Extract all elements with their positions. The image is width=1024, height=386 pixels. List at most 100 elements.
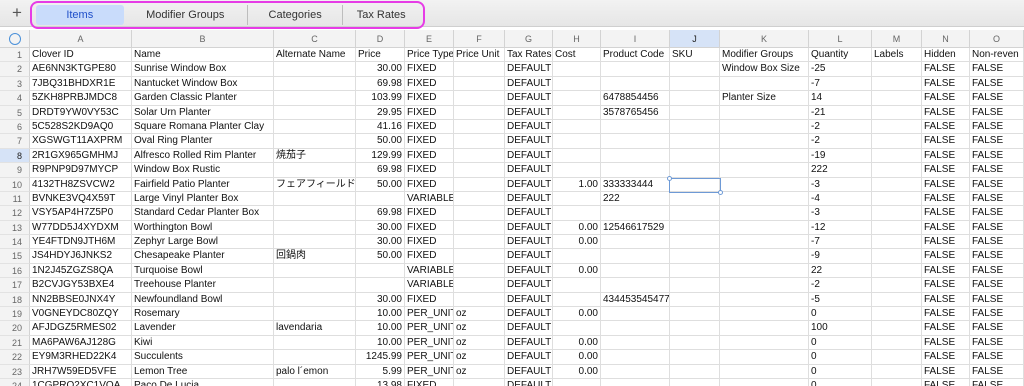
table-cell[interactable]: PER_UNIT (405, 364, 454, 379)
table-cell[interactable]: 333333444 (601, 177, 670, 192)
table-cell[interactable] (720, 335, 809, 351)
table-cell[interactable]: 0.00 (553, 350, 601, 365)
table-cell[interactable]: 50.00 (356, 134, 405, 149)
table-cell[interactable] (720, 235, 809, 250)
table-cell[interactable]: FIXED (405, 249, 454, 264)
table-cell[interactable]: FIXED (405, 62, 454, 77)
table-cell[interactable] (454, 76, 505, 92)
table-cell[interactable] (274, 91, 356, 106)
row-header[interactable]: 13 (0, 220, 30, 236)
table-cell[interactable]: 69.98 (356, 206, 405, 221)
column-header-j[interactable]: J (670, 30, 720, 48)
table-cell[interactable] (553, 105, 601, 120)
column-header-m[interactable]: M (872, 30, 922, 48)
column-title-cell[interactable]: Name (132, 48, 274, 63)
table-cell[interactable]: 222 (601, 191, 670, 207)
row-header[interactable]: 20 (0, 321, 30, 336)
table-cell[interactable]: EY9M3RHED22K4 (30, 350, 132, 365)
table-cell[interactable]: DEFAULT (505, 119, 553, 135)
table-cell[interactable]: FALSE (922, 119, 970, 135)
table-cell[interactable] (670, 163, 720, 178)
table-cell[interactable]: Large Vinyl Planter Box (132, 191, 274, 207)
table-cell[interactable] (553, 148, 601, 164)
table-cell[interactable] (670, 91, 720, 106)
table-cell[interactable] (601, 134, 670, 149)
table-cell[interactable]: Turquoise Bowl (132, 263, 274, 279)
table-cell[interactable] (872, 249, 922, 264)
table-cell[interactable]: VSY5AP4H7Z5P0 (30, 206, 132, 221)
column-title-cell[interactable]: Tax Rates (505, 48, 553, 63)
table-cell[interactable]: 5.99 (356, 364, 405, 379)
table-cell[interactable]: 1.00 (553, 177, 601, 192)
table-cell[interactable] (670, 220, 720, 236)
table-cell[interactable]: -25 (809, 62, 872, 77)
table-cell[interactable]: FALSE (922, 249, 970, 264)
table-cell[interactable] (720, 292, 809, 308)
table-cell[interactable]: oz (454, 307, 505, 322)
table-cell[interactable] (454, 235, 505, 250)
table-cell[interactable]: 5C528S2KD9AQ0 (30, 119, 132, 135)
table-cell[interactable]: 4132TH8ZSVCW2 (30, 177, 132, 192)
table-cell[interactable]: JRH7W59ED5VFE (30, 364, 132, 379)
table-cell[interactable]: FALSE (970, 163, 1024, 178)
table-cell[interactable]: FALSE (922, 191, 970, 207)
table-cell[interactable]: 30.00 (356, 220, 405, 236)
table-cell[interactable]: DEFAULT (505, 177, 553, 192)
table-cell[interactable]: 50.00 (356, 177, 405, 192)
table-cell[interactable]: VARIABLE (405, 278, 454, 293)
table-cell[interactable] (553, 91, 601, 106)
table-cell[interactable] (601, 62, 670, 77)
table-cell[interactable]: -7 (809, 76, 872, 92)
table-cell[interactable]: -4 (809, 191, 872, 207)
table-cell[interactable] (454, 91, 505, 106)
table-cell[interactable]: 0 (809, 307, 872, 322)
table-cell[interactable] (274, 307, 356, 322)
table-cell[interactable]: 434453545477 (601, 292, 670, 308)
table-cell[interactable]: -2 (809, 278, 872, 293)
table-cell[interactable] (601, 364, 670, 379)
table-cell[interactable]: oz (454, 335, 505, 351)
table-cell[interactable]: FIXED (405, 76, 454, 92)
table-cell[interactable]: DEFAULT (505, 163, 553, 178)
table-cell[interactable]: PER_UNIT (405, 321, 454, 336)
table-cell[interactable]: Fairfield Patio Planter (132, 177, 274, 192)
table-cell[interactable]: NN2BBSE0JNX4Y (30, 292, 132, 308)
table-cell[interactable]: Alfresco Rolled Rim Planter (132, 148, 274, 164)
table-cell[interactable] (454, 163, 505, 178)
column-header-f[interactable]: F (454, 30, 505, 48)
table-cell[interactable] (720, 148, 809, 164)
table-cell[interactable]: -19 (809, 148, 872, 164)
table-cell[interactable] (872, 105, 922, 120)
table-cell[interactable] (454, 206, 505, 221)
table-cell[interactable] (720, 307, 809, 322)
column-header-c[interactable]: C (274, 30, 356, 48)
column-header-n[interactable]: N (922, 30, 970, 48)
table-cell[interactable]: Nantucket Window Box (132, 76, 274, 92)
table-cell[interactable]: FALSE (922, 206, 970, 221)
table-cell[interactable]: DEFAULT (505, 335, 553, 351)
table-cell[interactable] (872, 206, 922, 221)
table-cell[interactable] (601, 378, 670, 386)
table-cell[interactable] (670, 307, 720, 322)
table-cell[interactable]: -3 (809, 177, 872, 192)
table-cell[interactable]: Lemon Tree (132, 364, 274, 379)
table-cell[interactable] (872, 321, 922, 336)
table-cell[interactable]: 103.99 (356, 91, 405, 106)
table-cell[interactable] (274, 235, 356, 250)
circle-icon[interactable] (9, 33, 21, 45)
table-cell[interactable]: FALSE (970, 91, 1024, 106)
table-cell[interactable] (274, 220, 356, 236)
table-cell[interactable] (872, 263, 922, 279)
table-cell[interactable]: Zephyr Large Bowl (132, 235, 274, 250)
table-cell[interactable] (274, 350, 356, 365)
table-cell[interactable]: 222 (809, 163, 872, 178)
column-title-cell[interactable]: Product Code (601, 48, 670, 63)
table-cell[interactable]: DEFAULT (505, 321, 553, 336)
table-cell[interactable] (454, 278, 505, 293)
table-cell[interactable] (601, 263, 670, 279)
table-cell[interactable] (601, 148, 670, 164)
table-cell[interactable] (872, 292, 922, 308)
row-header[interactable]: 9 (0, 163, 30, 178)
column-title-cell[interactable]: Non-reven (970, 48, 1024, 63)
table-cell[interactable]: FALSE (970, 350, 1024, 365)
